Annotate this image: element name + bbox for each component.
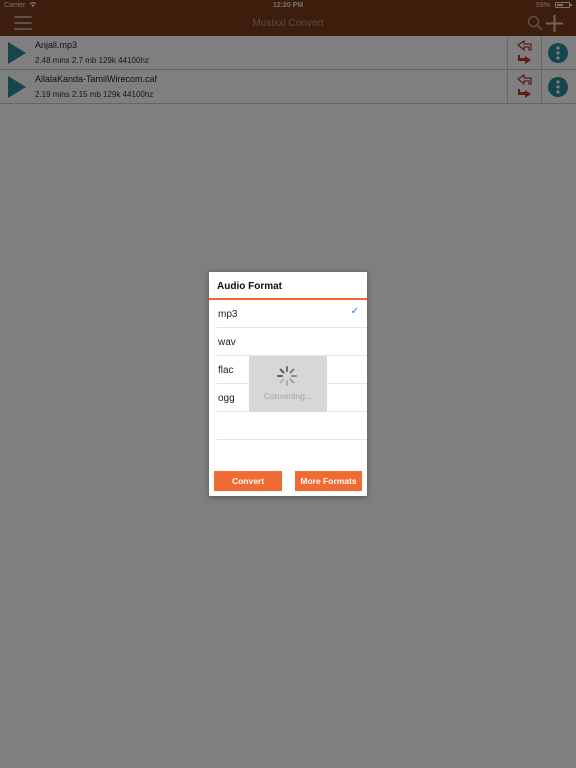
format-option-wav[interactable]: wav: [217, 328, 367, 356]
dialog-title: Audio Format: [217, 281, 282, 292]
more-formats-button[interactable]: More Formats: [295, 471, 362, 491]
converting-text: Converting...: [263, 391, 313, 401]
format-option-mp3[interactable]: mp3 ✓: [217, 300, 367, 328]
spinner-icon: [276, 365, 298, 387]
dialog-header: Audio Format: [209, 272, 367, 300]
empty-option-row: [217, 412, 367, 440]
converting-hud: Converting...: [249, 356, 327, 412]
format-option-label: ogg: [218, 393, 235, 404]
convert-button[interactable]: Convert: [214, 471, 282, 491]
format-option-label: wav: [218, 337, 236, 348]
format-option-label: mp3: [218, 309, 238, 320]
format-option-label: flac: [218, 365, 234, 376]
checkmark-icon: ✓: [350, 306, 359, 317]
